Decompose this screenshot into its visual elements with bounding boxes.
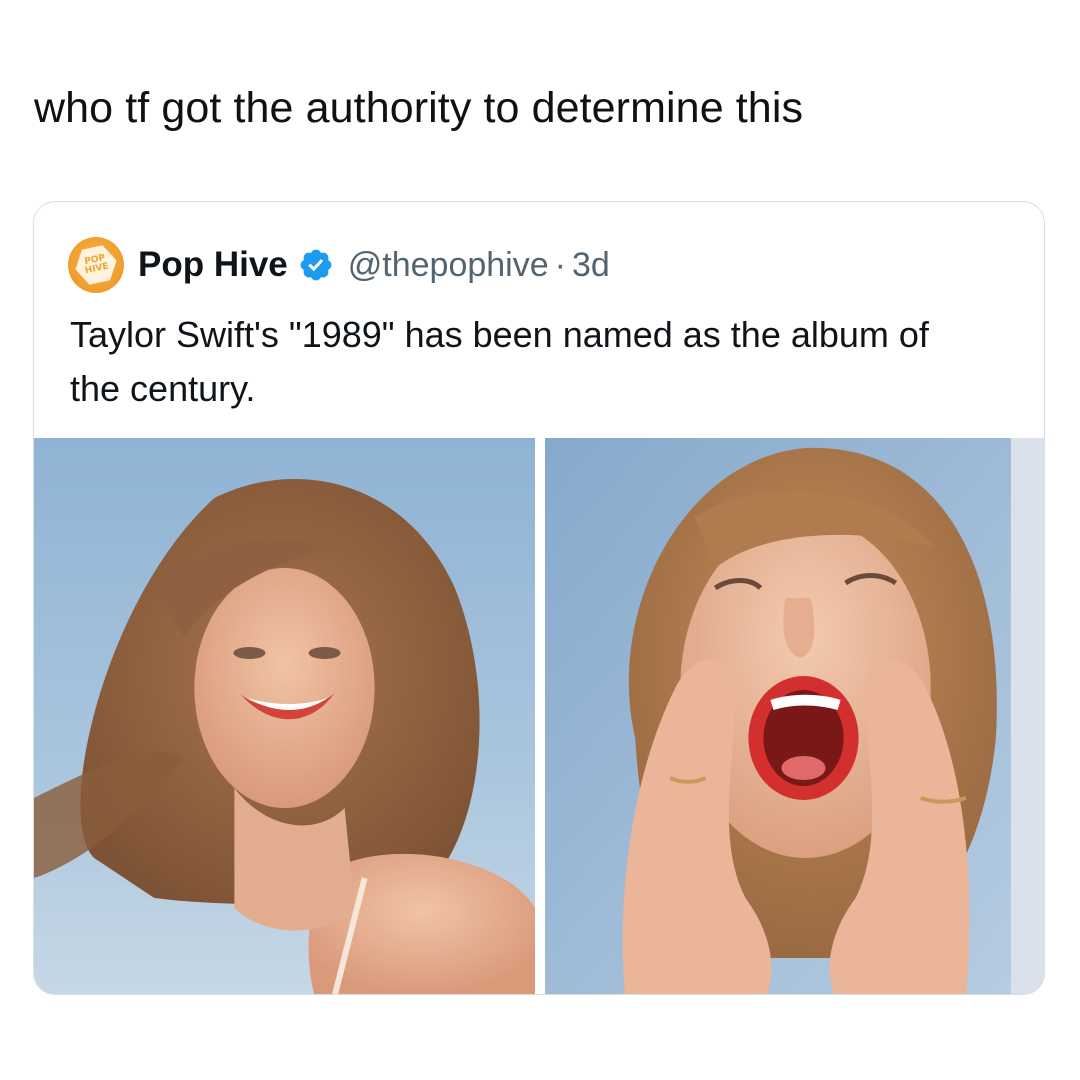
avatar-text-line-2: HIVE	[84, 261, 110, 277]
tweet-header: POP HIVE Pop Hive @thepophive · 3d	[68, 235, 610, 295]
tweet-photo-2[interactable]	[545, 438, 1044, 994]
timestamp[interactable]: 3d	[572, 246, 610, 285]
tweet-text: Taylor Swift's "1989" has been named as …	[70, 314, 929, 409]
verified-badge-icon	[300, 249, 332, 281]
post-caption: who tf got the authority to determine th…	[34, 84, 804, 132]
quoted-tweet-card[interactable]: POP HIVE Pop Hive @thepophive · 3d Taylo…	[33, 201, 1045, 995]
user-handle[interactable]: @thepophive	[348, 246, 549, 285]
avatar[interactable]: POP HIVE	[68, 237, 124, 293]
tweet-media-grid	[34, 438, 1044, 994]
separator-dot: ·	[554, 245, 566, 284]
pop-hive-logo-icon: POP HIVE	[72, 243, 121, 287]
photo-woman-shouting-icon	[545, 438, 1044, 994]
photo-woman-smiling-icon	[34, 438, 535, 994]
display-name[interactable]: Pop Hive	[138, 245, 288, 285]
tweet-photo-1[interactable]	[34, 438, 535, 994]
